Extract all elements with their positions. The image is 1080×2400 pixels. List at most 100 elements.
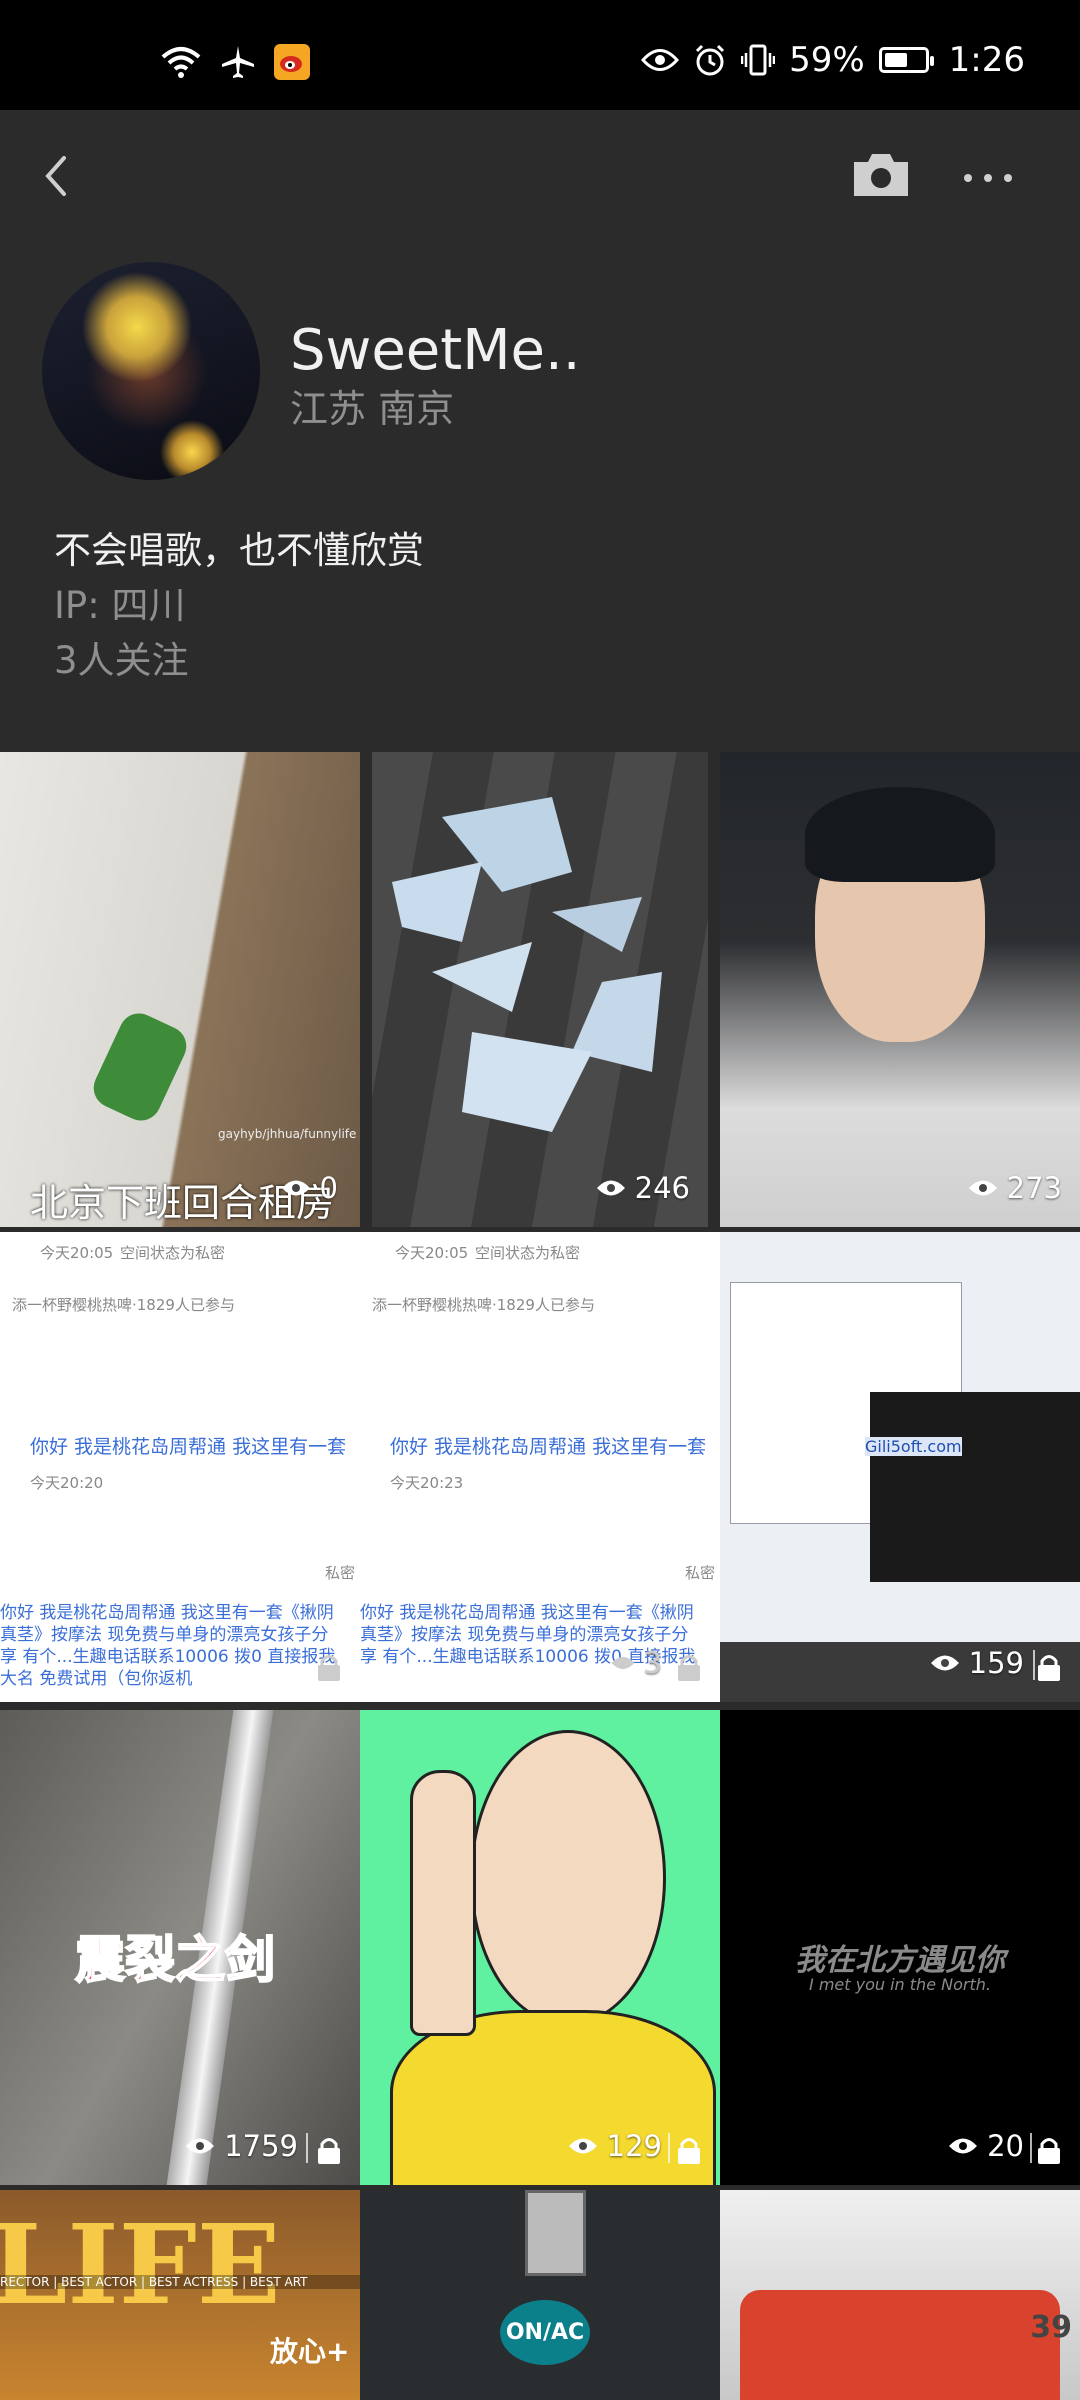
grid-item[interactable]: ON/AC bbox=[360, 2190, 720, 2400]
view-count-value: 3 bbox=[643, 1646, 662, 1680]
top-nav bbox=[0, 110, 1080, 240]
tile-footer bbox=[720, 1642, 1080, 1702]
video-caption: 39 bbox=[1030, 2310, 1072, 2345]
separator bbox=[1030, 2133, 1032, 2163]
chat-topic: 添一杯野樱桃热啤·1829人已参与 bbox=[12, 1296, 235, 1314]
eye-icon bbox=[641, 49, 680, 71]
status-left-icons bbox=[160, 44, 310, 80]
followers-count[interactable]: 3人关注 bbox=[54, 630, 189, 684]
eye-icon bbox=[596, 1180, 625, 1196]
terminal-shape bbox=[870, 1392, 1080, 1582]
clock: 1:26 bbox=[948, 40, 1025, 80]
airplane-icon bbox=[222, 46, 254, 78]
eye-icon bbox=[930, 1655, 959, 1671]
eye-icon bbox=[281, 1180, 310, 1196]
view-count: 273 bbox=[967, 1171, 1062, 1205]
lock-icon bbox=[678, 2138, 700, 2164]
battery-percent: 59% bbox=[789, 40, 865, 80]
view-count: 1759 bbox=[184, 2129, 298, 2163]
more-options-button[interactable] bbox=[958, 150, 1028, 210]
eye-icon bbox=[949, 2138, 978, 2154]
view-count-value: 246 bbox=[634, 1171, 690, 1205]
broken-plate-image bbox=[392, 797, 662, 1132]
battery-icon bbox=[878, 47, 934, 73]
machine-shape bbox=[740, 2290, 1060, 2400]
grid-item[interactable]: 今天20:05 空间状态为私密 添一杯野樱桃热啤·1829人已参与 你好 我是桃… bbox=[360, 1232, 720, 1702]
grid-item[interactable]: Gili5oft.com 159 bbox=[720, 1232, 1080, 1702]
lock-icon bbox=[318, 2138, 340, 2164]
award-strip: RECTOR | BEST ACTOR | BEST ACTRESS | BES… bbox=[0, 2275, 360, 2289]
chat-time: 今天20:05 bbox=[395, 1244, 469, 1262]
view-count: 3 bbox=[610, 1646, 662, 1680]
camera-button[interactable] bbox=[850, 148, 920, 208]
more-icon bbox=[964, 174, 1012, 182]
hair-shape bbox=[805, 787, 995, 882]
grid-item[interactable]: 39 bbox=[720, 2190, 1080, 2400]
grid-item[interactable]: LIFE RECTOR | BEST ACTOR | BEST ACTRESS … bbox=[0, 2190, 360, 2400]
username: SweetMe.. bbox=[290, 318, 581, 383]
camera-icon bbox=[854, 154, 908, 196]
can-shape bbox=[87, 1006, 193, 1128]
eye-icon bbox=[611, 1656, 634, 1670]
grid-item[interactable]: gayhyb/jhhua/funnylife 北京下班回合租房 0 bbox=[0, 752, 360, 1227]
chat-status: 空间状态为私密 bbox=[475, 1244, 581, 1262]
grid-item[interactable]: 震裂之剑 1759 bbox=[0, 1710, 360, 2185]
lock-icon bbox=[678, 1655, 700, 1681]
view-count: 246 bbox=[595, 1171, 690, 1205]
eye-icon bbox=[186, 2138, 215, 2154]
status-right: 59% 1:26 bbox=[641, 40, 1025, 80]
back-button[interactable] bbox=[30, 146, 90, 206]
vibrate-icon bbox=[741, 44, 776, 76]
lock-icon bbox=[1038, 1655, 1060, 1681]
chat-message: 你好 我是桃花岛周帮通 我这里有一套 bbox=[30, 1436, 347, 1458]
avatar[interactable] bbox=[42, 262, 260, 480]
grid-item[interactable]: 今天20:05 空间状态为私密 添一杯野樱桃热啤·1829人已参与 你好 我是桃… bbox=[0, 1232, 360, 1702]
status-bar: 59% 1:26 bbox=[0, 0, 1080, 110]
calculator-display bbox=[525, 2190, 586, 2276]
watermark: gayhyb/jhhua/funnylife bbox=[218, 1127, 357, 1141]
video-caption: 我在北方遇见你 bbox=[795, 1943, 1005, 1978]
wifi-icon bbox=[161, 47, 201, 78]
lock-icon bbox=[1038, 2138, 1060, 2164]
view-count-value: 129 bbox=[606, 2129, 662, 2163]
chat-topic: 添一杯野樱桃热啤·1829人已参与 bbox=[372, 1296, 595, 1314]
chat-message-time: 今天20:23 bbox=[390, 1474, 464, 1492]
lock-icon bbox=[318, 1655, 340, 1681]
bio: 不会唱歌，也不懂欣赏 bbox=[54, 529, 424, 572]
separator bbox=[306, 2133, 308, 2163]
separator bbox=[1033, 1650, 1035, 1680]
eye-icon bbox=[968, 1180, 997, 1196]
grid-item[interactable]: 273 bbox=[720, 752, 1080, 1227]
weibo-icon bbox=[274, 44, 310, 80]
alarm-icon bbox=[696, 44, 725, 76]
video-subcaption: 放心+ bbox=[270, 2335, 350, 2368]
battery-level bbox=[884, 53, 907, 67]
view-count-value: 159 bbox=[968, 1646, 1024, 1680]
separator bbox=[668, 2133, 670, 2163]
grid-item[interactable]: 129 bbox=[360, 1710, 720, 2185]
chat-message: 你好 我是桃花岛周帮通 我这里有一套 bbox=[390, 1436, 707, 1458]
video-caption: LIFE bbox=[0, 2200, 281, 2329]
view-count: 159 bbox=[929, 1646, 1024, 1680]
view-count: 129 bbox=[567, 2129, 662, 2163]
grid-item[interactable]: 246 bbox=[372, 752, 708, 1227]
view-count-value: 0 bbox=[319, 1171, 338, 1205]
cartoon-head bbox=[470, 1730, 666, 2026]
view-count-value: 1759 bbox=[224, 2129, 298, 2163]
location: 江苏 南京 bbox=[290, 387, 455, 431]
chat-time: 今天20:05 bbox=[40, 1244, 114, 1262]
view-count: 0 bbox=[280, 1171, 338, 1205]
ip-location: IP: 四川 bbox=[54, 584, 186, 627]
video-caption: 震裂之剑 bbox=[74, 1930, 276, 1990]
chat-ad-text: 你好 我是桃花岛周帮通 我这里有一套《揪阴真茎》按摩法 现免费与单身的漂亮女孩子… bbox=[0, 1603, 336, 1689]
view-count-value: 273 bbox=[1006, 1171, 1062, 1205]
watermark: Gili5oft.com bbox=[865, 1437, 962, 1456]
video-subcaption: I met you in the North. bbox=[809, 1975, 991, 1994]
grid-item[interactable]: 我在北方遇见你 I met you in the North. 20 bbox=[720, 1710, 1080, 2185]
private-label: 私密 bbox=[325, 1564, 356, 1582]
eye-icon bbox=[568, 2138, 597, 2154]
video-caption: ON/AC bbox=[500, 2300, 590, 2365]
chevron-left-icon bbox=[45, 156, 66, 196]
view-count: 20 bbox=[947, 2129, 1024, 2163]
private-label: 私密 bbox=[685, 1564, 716, 1582]
